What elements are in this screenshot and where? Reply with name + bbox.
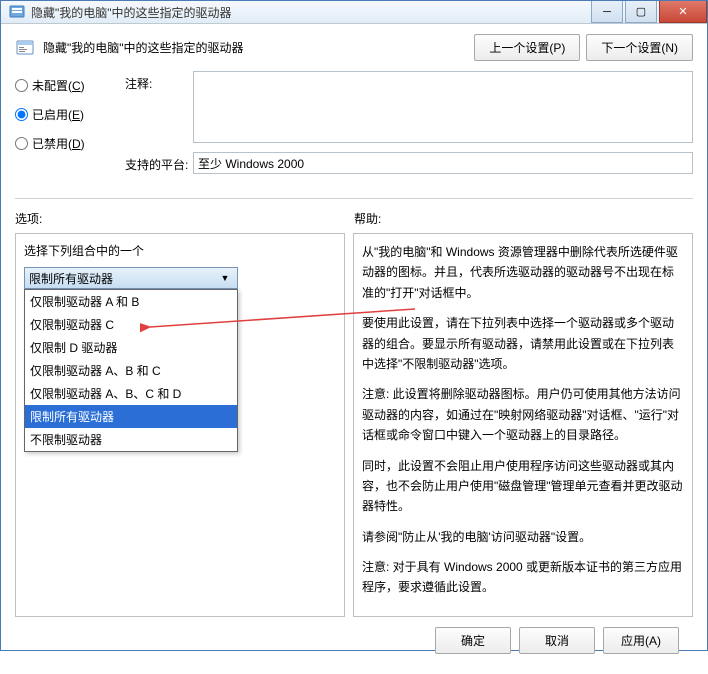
- content-area: 隐藏"我的电脑"中的这些指定的驱动器 上一个设置(P) 下一个设置(N) 未配置…: [1, 24, 707, 674]
- minimize-button[interactable]: ─: [591, 1, 623, 23]
- radio-enabled-label: 已启用(E): [32, 106, 84, 123]
- radio-not-configured[interactable]: 未配置(C): [15, 77, 125, 94]
- drive-combo[interactable]: 限制所有驱动器 ▼ 仅限制驱动器 A 和 B 仅限制驱动器 C 仅限制 D 驱动…: [24, 267, 238, 289]
- radio-column: 未配置(C) 已启用(E) 已禁用(D): [15, 71, 125, 180]
- window-controls: ─ ▢ ✕: [589, 1, 707, 23]
- help-p4: 同时，此设置不会阻止用户使用程序访问这些驱动器或其内容，也不会防止用户使用"磁盘…: [362, 456, 684, 517]
- radio-not-configured-label: 未配置(C): [32, 77, 85, 94]
- section-labels: 选项: 帮助:: [15, 210, 693, 227]
- fields-column: 注释: 支持的平台:: [125, 71, 693, 180]
- help-p6: 注意: 对于具有 Windows 2000 或更新版本证书的第三方应用程序，要求…: [362, 557, 684, 598]
- combo-item-all[interactable]: 限制所有驱动器: [25, 405, 237, 428]
- next-setting-button[interactable]: 下一个设置(N): [586, 34, 693, 61]
- close-button[interactable]: ✕: [659, 1, 707, 23]
- platform-row: 支持的平台:: [125, 152, 693, 174]
- ok-button[interactable]: 确定: [435, 627, 511, 654]
- config-row: 未配置(C) 已启用(E) 已禁用(D) 注释:: [15, 71, 693, 180]
- panes: 选择下列组合中的一个 限制所有驱动器 ▼ 仅限制驱动器 A 和 B 仅限制驱动器…: [15, 233, 693, 617]
- combo-item-d[interactable]: 仅限制 D 驱动器: [25, 336, 237, 359]
- combo-item-abc[interactable]: 仅限制驱动器 A、B 和 C: [25, 359, 237, 382]
- radio-disabled-input[interactable]: [15, 137, 28, 150]
- drive-combo-selected: 限制所有驱动器: [29, 270, 113, 287]
- options-pane: 选择下列组合中的一个 限制所有驱动器 ▼ 仅限制驱动器 A 和 B 仅限制驱动器…: [15, 233, 345, 617]
- cancel-button[interactable]: 取消: [519, 627, 595, 654]
- divider: [15, 198, 693, 206]
- combo-item-a-b[interactable]: 仅限制驱动器 A 和 B: [25, 290, 237, 313]
- page-title: 隐藏"我的电脑"中的这些指定的驱动器: [43, 39, 474, 56]
- titlebar: 隐藏"我的电脑"中的这些指定的驱动器 ─ ▢ ✕: [1, 1, 707, 24]
- help-section-label: 帮助:: [354, 210, 693, 227]
- app-icon: [9, 4, 25, 20]
- help-p1: 从"我的电脑"和 Windows 资源管理器中删除代表所选硬件驱动器的图标。并且…: [362, 242, 684, 303]
- note-row: 注释:: [125, 71, 693, 146]
- options-prompt: 选择下列组合中的一个: [24, 242, 336, 259]
- note-textarea[interactable]: [193, 71, 693, 143]
- radio-not-configured-input[interactable]: [15, 79, 28, 92]
- combo-item-c[interactable]: 仅限制驱动器 C: [25, 313, 237, 336]
- help-p2: 要使用此设置，请在下拉列表中选择一个驱动器或多个驱动器的组合。要显示所有驱动器，…: [362, 313, 684, 374]
- prev-setting-button[interactable]: 上一个设置(P): [474, 34, 580, 61]
- help-p5: 请参阅"防止从'我的电脑'访问驱动器"设置。: [362, 527, 684, 547]
- policy-icon: [15, 38, 35, 58]
- radio-enabled[interactable]: 已启用(E): [15, 106, 125, 123]
- maximize-button[interactable]: ▢: [625, 1, 657, 23]
- help-pane: 从"我的电脑"和 Windows 资源管理器中删除代表所选硬件驱动器的图标。并且…: [353, 233, 693, 617]
- platform-label: 支持的平台:: [125, 152, 193, 173]
- footer: 确定 取消 应用(A): [15, 617, 693, 664]
- titlebar-text: 隐藏"我的电脑"中的这些指定的驱动器: [31, 4, 589, 21]
- chevron-down-icon: ▼: [217, 273, 233, 283]
- combo-item-none[interactable]: 不限制驱动器: [25, 428, 237, 451]
- apply-button[interactable]: 应用(A): [603, 627, 679, 654]
- radio-enabled-input[interactable]: [15, 108, 28, 121]
- note-label: 注释:: [125, 71, 193, 92]
- radio-disabled-label: 已禁用(D): [32, 135, 85, 152]
- drive-combo-dropdown: 仅限制驱动器 A 和 B 仅限制驱动器 C 仅限制 D 驱动器 仅限制驱动器 A…: [24, 289, 238, 452]
- help-p3: 注意: 此设置将删除驱动器图标。用户仍可使用其他方法访问驱动器的内容，如通过在"…: [362, 384, 684, 445]
- drive-combo-display[interactable]: 限制所有驱动器 ▼: [24, 267, 238, 289]
- options-section-label: 选项:: [15, 210, 354, 227]
- header-row: 隐藏"我的电脑"中的这些指定的驱动器 上一个设置(P) 下一个设置(N): [15, 34, 693, 61]
- nav-buttons: 上一个设置(P) 下一个设置(N): [474, 34, 693, 61]
- radio-disabled[interactable]: 已禁用(D): [15, 135, 125, 152]
- platform-input: [193, 152, 693, 174]
- combo-item-abcd[interactable]: 仅限制驱动器 A、B、C 和 D: [25, 382, 237, 405]
- gpo-dialog-window: 隐藏"我的电脑"中的这些指定的驱动器 ─ ▢ ✕ 隐藏"我的电脑"中的这些指定的…: [0, 0, 708, 651]
